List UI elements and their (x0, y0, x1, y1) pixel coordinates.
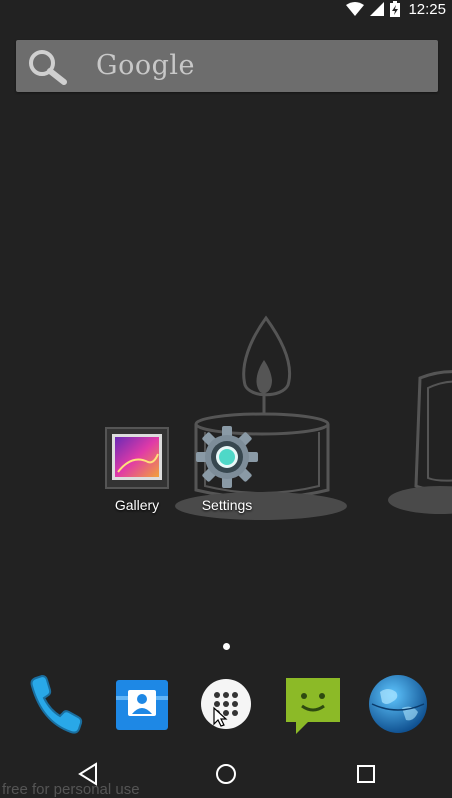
phone-icon (30, 674, 83, 734)
watermark-text: free for personal use (2, 781, 140, 798)
dock (0, 664, 452, 744)
recents-icon[interactable] (352, 760, 380, 788)
wifi-icon (346, 2, 365, 16)
app-settings[interactable]: Settings (182, 424, 272, 513)
gallery-icon (105, 427, 169, 489)
google-search-bar[interactable]: Google (16, 40, 438, 92)
app-gallery[interactable]: Gallery (92, 424, 182, 513)
dock-phone[interactable] (22, 672, 86, 736)
battery-charging-icon (390, 1, 401, 17)
settings-gear-icon (196, 426, 258, 488)
dock-app-drawer[interactable] (194, 672, 258, 736)
home-icon[interactable] (212, 760, 240, 788)
signal-icon (370, 2, 385, 16)
status-bar: 12:25 (0, 0, 452, 18)
globe-icon (369, 675, 427, 733)
app-label-settings: Settings (201, 497, 253, 513)
search-label: Google (96, 50, 195, 81)
app-drawer-icon (201, 679, 251, 729)
app-label-gallery: Gallery (114, 497, 160, 513)
clock: 12:25 (408, 0, 446, 18)
dock-contacts[interactable] (110, 672, 174, 736)
messaging-icon (286, 678, 340, 734)
dock-messaging[interactable] (282, 672, 346, 736)
contacts-icon (116, 680, 168, 730)
search-icon (29, 50, 67, 85)
page-indicator-dot (223, 643, 230, 650)
dock-browser[interactable] (366, 672, 430, 736)
